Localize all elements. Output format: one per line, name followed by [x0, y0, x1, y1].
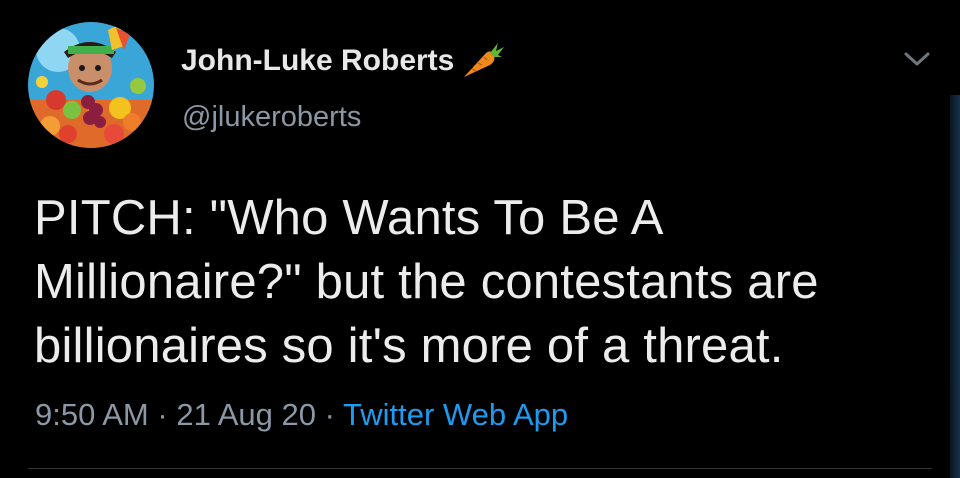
meta-separator: · [157, 397, 168, 432]
avatar[interactable] [28, 22, 154, 148]
carrot-icon [460, 41, 505, 81]
scrollbar[interactable] [950, 95, 960, 478]
tweet-card: John-Luke Roberts @jlukeroberts PITCH: "… [0, 0, 960, 478]
tweet-text-line: PITCH: "Who Wants To Be A [34, 191, 664, 245]
display-name-text: John-Luke Roberts [181, 44, 455, 77]
tweet-date[interactable]: 21 Aug 20 [176, 397, 316, 432]
tweet-meta: 9:50 AM · 21 Aug 20 · Twitter Web App [35, 397, 568, 433]
chevron-down-icon[interactable] [900, 46, 934, 72]
divider [28, 468, 932, 469]
tweet-text: PITCH: "Who Wants To Be A Millionaire?" … [34, 186, 934, 378]
avatar-image [28, 22, 154, 148]
tweet-text-line: Millionaire?" but the contestants are [34, 255, 819, 309]
author-display-name[interactable]: John-Luke Roberts [181, 41, 505, 81]
tweet-source-link[interactable]: Twitter Web App [343, 397, 568, 432]
tweet-time[interactable]: 9:50 AM [35, 397, 149, 432]
tweet-text-line: billionaires so it's more of a threat. [34, 319, 784, 373]
meta-separator: · [324, 397, 335, 432]
author-handle[interactable]: @jlukeroberts [182, 101, 361, 134]
